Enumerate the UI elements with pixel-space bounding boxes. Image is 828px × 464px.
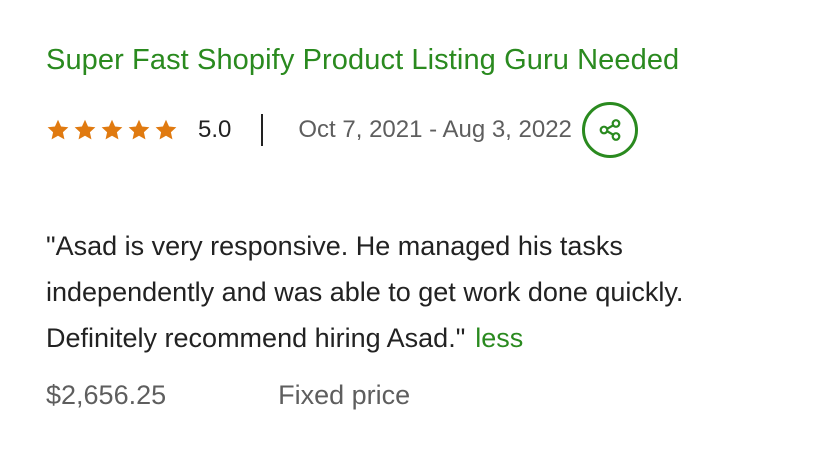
feedback-text: "Asad is very responsive. He managed his… (46, 231, 684, 353)
rating-value: 5.0 (198, 116, 232, 143)
star-icon (155, 119, 177, 140)
price-row: $2,656.25 Fixed price (46, 380, 410, 411)
meta-row: 5.0 Oct 7, 2021 - Aug 3, 2022 (46, 100, 766, 160)
client-feedback: "Asad is very responsive. He managed his… (46, 223, 786, 361)
earnings-amount: $2,656.25 (46, 380, 167, 410)
price-type: Fixed price (278, 380, 411, 410)
star-icon (74, 119, 96, 140)
separator-divider (261, 114, 264, 146)
share-icon (599, 119, 621, 141)
star-icon (101, 119, 123, 140)
star-icon (47, 119, 69, 140)
star-icon (128, 119, 150, 140)
star-rating (46, 118, 178, 142)
job-title-link[interactable]: Super Fast Shopify Product Listing Guru … (46, 40, 806, 80)
share-button[interactable] (581, 102, 638, 158)
contract-dates: Oct 7, 2021 - Aug 3, 2022 (298, 116, 572, 143)
show-less-link[interactable]: less (475, 323, 523, 353)
work-history-item: Super Fast Shopify Product Listing Guru … (46, 40, 806, 410)
